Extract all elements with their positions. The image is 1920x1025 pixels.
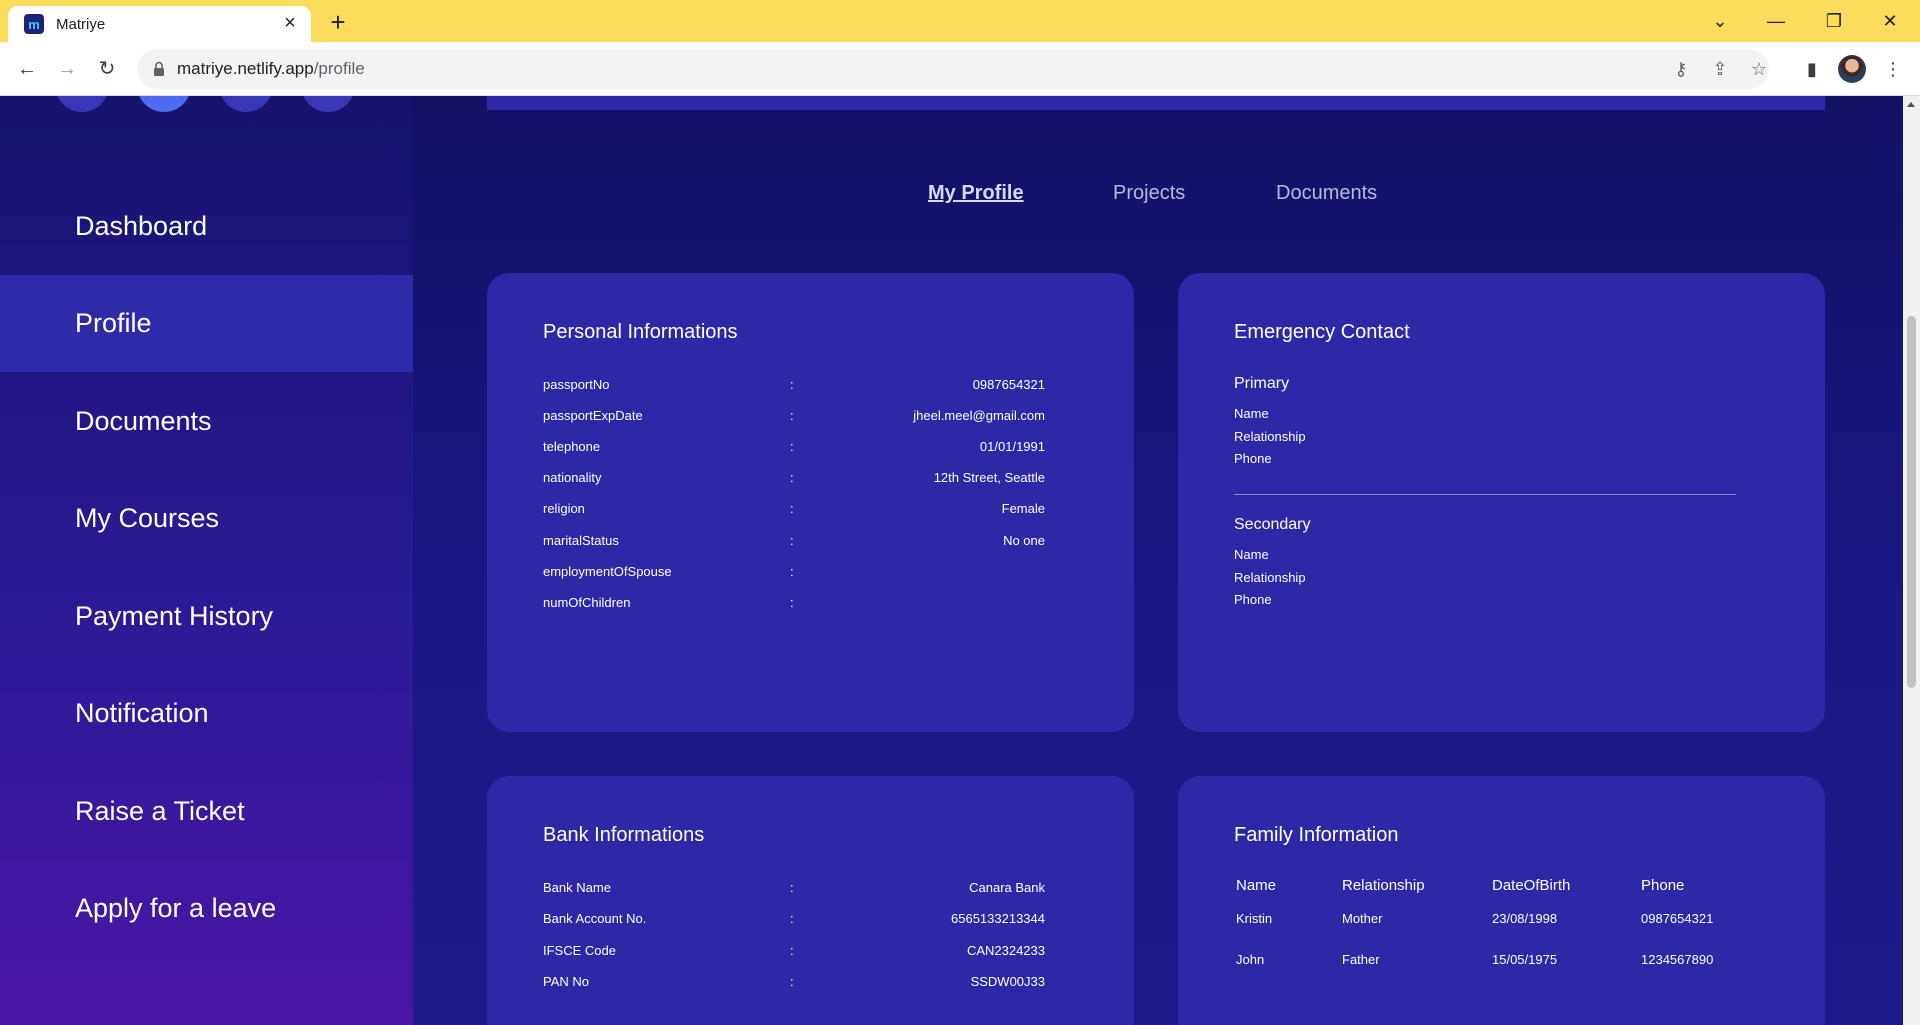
personal-info-card: Personal Informations passportNo:0987654…: [487, 273, 1134, 732]
info-row: Bank Name: Canara Bank: [543, 880, 1045, 895]
info-row: Bank Account No.:6565133213344: [543, 911, 1045, 926]
table-cell: 1234567890: [1641, 952, 1714, 967]
profile-tabs: My Profile Projects Documents: [0, 182, 1920, 222]
gear-icon[interactable]: ⚙: [219, 96, 273, 112]
emergency-contact-title: Emergency Contact: [1234, 321, 1410, 343]
info-row: passportNo:0987654321: [543, 377, 1045, 392]
minimize-icon[interactable]: —: [1756, 4, 1796, 38]
column-header: Phone: [1641, 877, 1685, 894]
table-cell: John: [1236, 952, 1265, 967]
secondary-phone-label: Phone: [1234, 592, 1272, 607]
avatar[interactable]: [1838, 55, 1866, 83]
star-bookmark-icon[interactable]: ☆: [1748, 58, 1770, 80]
reload-icon[interactable]: ↻: [92, 54, 122, 84]
personal-info-title: Personal Informations: [543, 321, 738, 343]
info-row: employmentOfSpouse:: [543, 564, 794, 579]
sidebar-item-notification[interactable]: Notification: [0, 665, 413, 762]
window-close-icon[interactable]: ✕: [1870, 4, 1910, 38]
sidebar-item-raise-ticket[interactable]: Raise a Ticket: [0, 763, 413, 860]
sidebar-item-payment-history[interactable]: Payment History: [0, 568, 413, 665]
tab-projects[interactable]: Projects: [1113, 182, 1185, 205]
table-cell: 15/05/1975: [1492, 952, 1558, 967]
scrollbar-thumb[interactable]: [1907, 316, 1916, 688]
power-icon[interactable]: ⏻: [301, 96, 355, 112]
close-icon[interactable]: ×: [279, 13, 301, 35]
back-arrow-icon[interactable]: ←: [12, 54, 42, 84]
table-cell: Father: [1342, 952, 1380, 967]
tab-title: Matriye: [56, 15, 106, 33]
mail-icon[interactable]: ✉: [55, 96, 109, 112]
address-bar[interactable]: matriye.netlify.app/profile ⚷ ⇪ ☆: [137, 49, 1769, 89]
menu-kebab-icon[interactable]: ⋮: [1878, 54, 1908, 84]
column-header: Name: [1236, 877, 1277, 894]
tab-documents[interactable]: Documents: [1276, 182, 1377, 205]
sidebar-item-profile[interactable]: Profile: [0, 275, 413, 372]
forward-arrow-icon[interactable]: →: [52, 54, 82, 84]
info-row: PAN No: SSDW00J33: [543, 974, 1045, 989]
bank-info-title: Bank Informations: [543, 824, 705, 846]
info-row: passportExpDate: jheel.meel@gmail.com: [543, 408, 1045, 423]
page-content: ✉ ☺ ⚙ ⏻ Dashboard Profile Documents My C…: [0, 96, 1920, 1025]
bank-info-card: Bank Informations Bank Name: Canara Bank …: [487, 776, 1134, 1025]
info-row: IFSCE Code: CAN2324233: [543, 943, 1045, 958]
header-banner-bottom: [487, 96, 1825, 110]
sidebar-item-documents[interactable]: Documents: [0, 373, 413, 470]
sidebar: ✉ ☺ ⚙ ⏻ Dashboard Profile Documents My C…: [0, 96, 413, 1025]
primary-relationship-label: Relationship: [1234, 429, 1306, 444]
secondary-heading: Secondary: [1234, 516, 1311, 533]
info-row: telephone:01/01/1991: [543, 439, 1045, 454]
key-icon[interactable]: ⚷: [1670, 58, 1692, 80]
primary-heading: Primary: [1234, 375, 1290, 392]
table-cell: Mother: [1342, 911, 1383, 926]
restore-icon[interactable]: ❐: [1814, 4, 1854, 38]
info-row: numOfChildren:: [543, 595, 794, 610]
side-panel-icon[interactable]: ▮: [1797, 54, 1827, 84]
info-row: religion: Female: [543, 501, 1045, 516]
lock-icon: [154, 61, 164, 76]
sidebar-item-apply-leave[interactable]: Apply for a leave: [0, 860, 413, 957]
sidebar-icon-row: ✉ ☺ ⚙ ⏻: [55, 96, 355, 112]
table-cell: 23/08/1998: [1492, 911, 1558, 926]
column-header: DateOfBirth: [1492, 877, 1571, 894]
primary-name-label: Name: [1234, 406, 1269, 421]
divider: [1234, 494, 1736, 495]
family-info-title: Family Information: [1234, 824, 1399, 846]
user-icon[interactable]: ☺: [137, 96, 191, 112]
browser-titlebar: m Matriye × + ⌄ — ❐ ✕: [0, 0, 1920, 42]
browser-toolbar: ← → ↻ matriye.netlify.app/profile ⚷ ⇪ ☆ …: [0, 42, 1920, 96]
family-info-card: Family Information Name Relationship Dat…: [1178, 776, 1825, 1025]
page-scrollbar[interactable]: [1903, 96, 1920, 1025]
secondary-name-label: Name: [1234, 547, 1269, 562]
sidebar-item-my-courses[interactable]: My Courses: [0, 470, 413, 567]
browser-tab[interactable]: m Matriye ×: [8, 6, 311, 42]
matriye-favicon-icon: m: [24, 14, 44, 34]
column-header: Relationship: [1342, 877, 1425, 894]
share-icon[interactable]: ⇪: [1709, 58, 1731, 80]
secondary-relationship-label: Relationship: [1234, 570, 1306, 585]
tab-my-profile[interactable]: My Profile: [928, 182, 1024, 205]
emergency-contact-card: Emergency Contact Primary Name Relations…: [1178, 273, 1825, 732]
table-cell: 0987654321: [1641, 911, 1714, 926]
table-cell: Kristin: [1236, 911, 1273, 926]
info-row: nationality:12th Street, Seattle: [543, 470, 1045, 485]
url-text: matriye.netlify.app/profile: [177, 59, 365, 78]
new-tab-plus-icon[interactable]: +: [323, 8, 353, 38]
tab-search-chevron-down-icon[interactable]: ⌄: [1700, 4, 1740, 38]
scroll-up-arrow-icon[interactable]: [1907, 102, 1915, 107]
info-row: maritalStatus: No one: [543, 533, 1045, 548]
primary-phone-label: Phone: [1234, 451, 1272, 466]
